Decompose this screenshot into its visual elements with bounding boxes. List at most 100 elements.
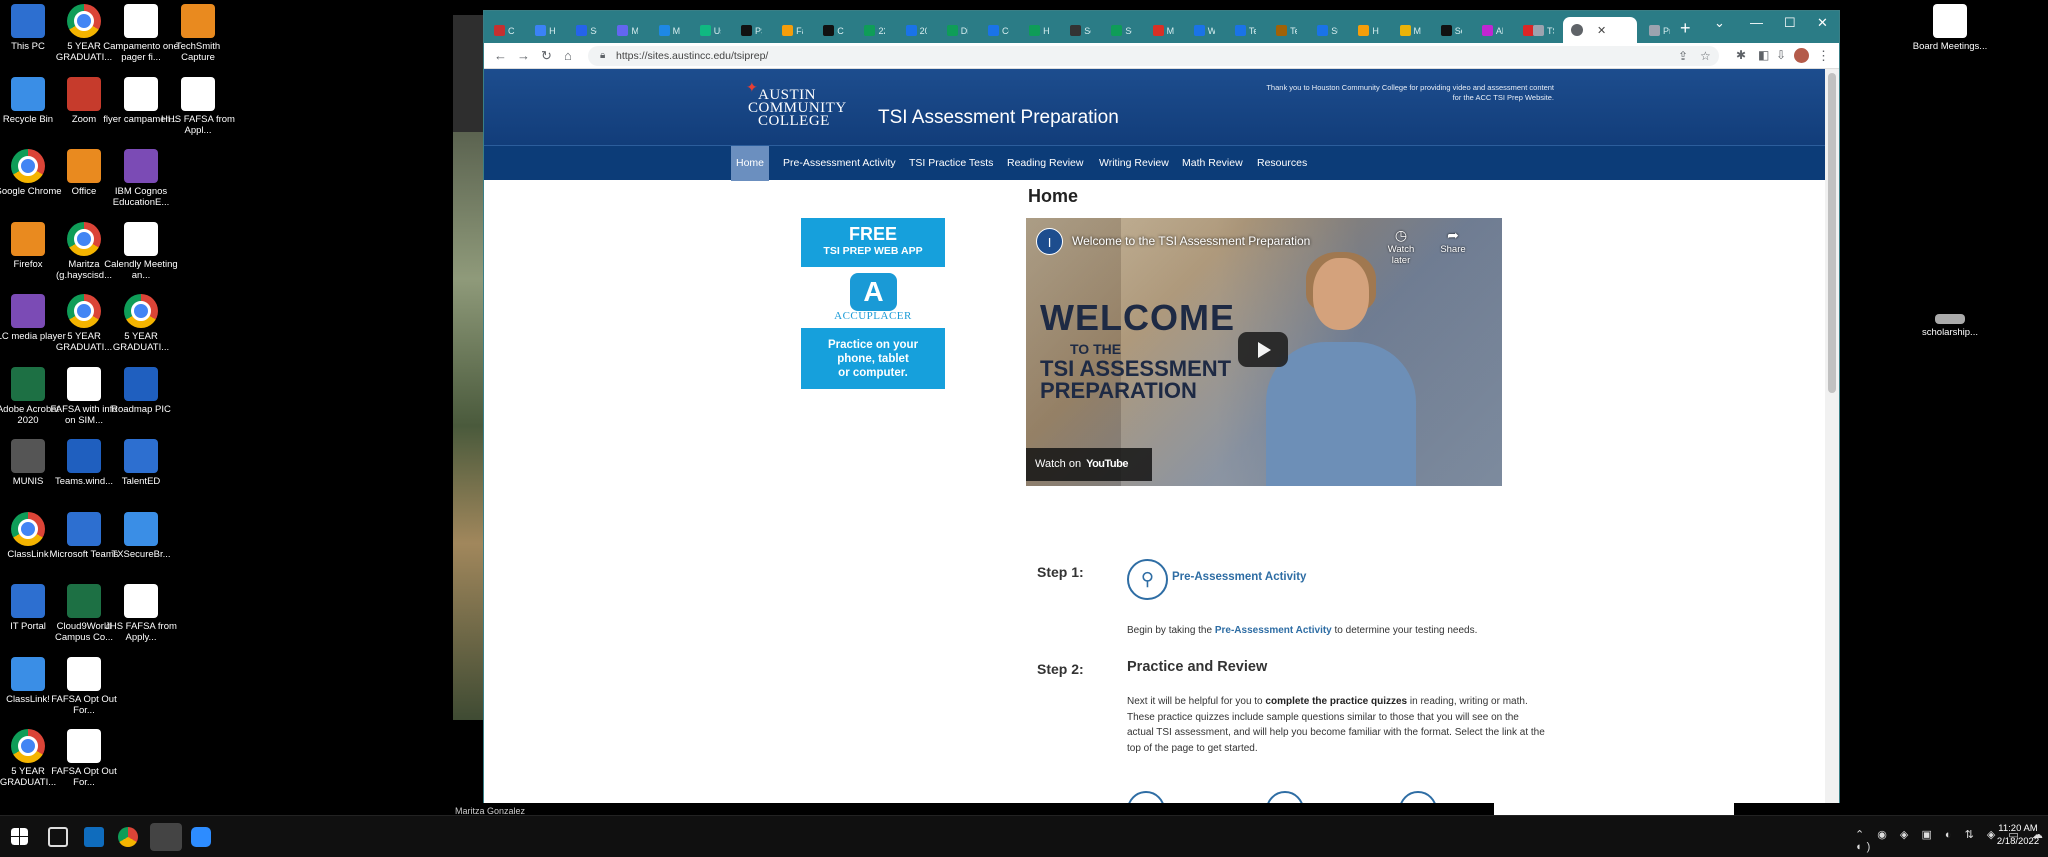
chrome-icon[interactable]: [118, 827, 138, 847]
watch-later-button[interactable]: ◷ Watch later: [1381, 227, 1421, 266]
chrome-active-icon[interactable]: [150, 823, 182, 851]
youtube-video-embed[interactable]: WELCOME TO THE TSI ASSESSMENT PREPARATIO…: [1026, 218, 1502, 486]
step-2-label: Step 2:: [1037, 661, 1084, 677]
app-icon: [181, 76, 215, 111]
reload-button[interactable]: ↻: [541, 48, 552, 64]
share-button[interactable]: ➦ Share: [1433, 227, 1473, 255]
app-icon: [11, 221, 45, 256]
address-bar[interactable]: 🔒︎ https://sites.austincc.edu/tsiprep/ ⇪…: [588, 46, 1719, 66]
watch-on-youtube-button[interactable]: Watch on YouTube: [1026, 448, 1152, 481]
browser-tab[interactable]: Mi: [1148, 18, 1174, 43]
taskbar-clock[interactable]: 11:20 AM 2/18/2022: [1990, 822, 2046, 848]
nav-practice-tests[interactable]: TSI Practice Tests: [904, 146, 998, 181]
home-button[interactable]: ⌂: [564, 48, 572, 63]
browser-tab[interactable]: Al: [1477, 18, 1503, 43]
scroll-thumb[interactable]: [1828, 73, 1836, 393]
nav-math-review[interactable]: Math Review: [1177, 146, 1248, 181]
site-title[interactable]: TSI Assessment Preparation: [878, 107, 1119, 129]
active-tab[interactable]: ✕: [1563, 17, 1637, 43]
writing-icon[interactable]: [1266, 791, 1304, 803]
nav-writing-review[interactable]: Writing Review: [1094, 146, 1174, 181]
video-title[interactable]: Welcome to the TSI Assessment Preparatio…: [1072, 234, 1310, 248]
close-tab-icon[interactable]: ✕: [1597, 24, 1606, 37]
browser-tab[interactable]: PS: [736, 18, 762, 43]
browser-tab[interactable]: TS: [1528, 18, 1554, 43]
welcome-line-1: WELCOME: [1040, 297, 1235, 338]
channel-avatar[interactable]: I: [1036, 228, 1063, 255]
browser-tab[interactable]: Co: [818, 18, 844, 43]
browser-tab[interactable]: Ho: [1024, 18, 1050, 43]
forward-button[interactable]: →: [517, 48, 530, 63]
browser-tab[interactable]: M: [654, 18, 680, 43]
browser-tab[interactable]: 20: [901, 18, 927, 43]
browser-tab[interactable]: Mi: [612, 18, 638, 43]
bookmark-star-icon[interactable]: ☆: [1700, 49, 1711, 63]
task-view-icon[interactable]: [48, 827, 68, 847]
menu-icon[interactable]: ⋮: [1817, 48, 1830, 64]
desktop-icon[interactable]: Calendly Meeting an...: [103, 221, 179, 281]
play-button[interactable]: [1238, 332, 1288, 367]
minimize-button[interactable]: —: [1750, 15, 1763, 30]
browser-tab[interactable]: W: [1189, 18, 1215, 43]
browser-tab[interactable]: Fa: [777, 18, 803, 43]
background-window-image: [453, 132, 485, 720]
browser-tab[interactable]: M: [1395, 18, 1421, 43]
browser-tab[interactable]: Sc: [571, 18, 597, 43]
browser-tab[interactable]: Sc: [1106, 18, 1132, 43]
desktop-icon[interactable]: IBM Cognos EducationE...: [103, 149, 179, 208]
browser-tab[interactable]: Us: [695, 18, 721, 43]
desktop-icon[interactable]: 5 YEAR GRADUATI...: [103, 294, 179, 353]
acc-logo[interactable]: ✦ AUSTIN COMMUNITY COLLEGE: [744, 79, 846, 135]
lightbulb-head-icon[interactable]: ⚲: [1127, 559, 1168, 600]
maximize-button[interactable]: ☐: [1784, 15, 1796, 31]
browser-tab[interactable]: Su: [1312, 18, 1338, 43]
browser-tab[interactable]: Cl: [489, 18, 515, 43]
browser-tab[interactable]: Ha: [530, 18, 556, 43]
desktop-icon[interactable]: TalentED: [103, 439, 179, 487]
tab-favicon: [1481, 25, 1493, 36]
desktop-icon[interactable]: Board Meetings...: [1912, 4, 1988, 52]
desktop-icon[interactable]: Roadmap PIC: [103, 366, 179, 415]
download-icon[interactable]: ⇩: [1776, 48, 1786, 62]
accuplacer-ad[interactable]: FREE TSI PREP WEB APP A ACCUPLACER Pract…: [801, 218, 945, 389]
nav-reading-review[interactable]: Reading Review: [1002, 146, 1088, 181]
step-1-inline-link[interactable]: Pre-Assessment Activity: [1215, 625, 1332, 636]
browser-tab[interactable]: 22: [859, 18, 885, 43]
new-tab-button[interactable]: +: [1680, 18, 1691, 39]
browser-tab[interactable]: Ha: [1353, 18, 1379, 43]
profile-avatar[interactable]: [1794, 48, 1809, 63]
windows-start-icon[interactable]: [11, 828, 28, 845]
browser-tab[interactable]: Te: [1271, 18, 1297, 43]
extensions-icon[interactable]: ✱: [1736, 48, 1746, 62]
browser-tab[interactable]: Sc: [1065, 18, 1091, 43]
close-window-button[interactable]: ✕: [1817, 15, 1828, 31]
url-text[interactable]: https://sites.austincc.edu/tsiprep/: [616, 50, 768, 62]
reading-icon[interactable]: [1127, 791, 1165, 803]
tab-search-icon[interactable]: ⌄: [1714, 15, 1725, 31]
browser-tab[interactable]: Te: [1230, 18, 1256, 43]
desktop-icon[interactable]: FAFSA Opt Out For...: [46, 729, 122, 788]
desktop-icon[interactable]: JHS FAFSA from Apply...: [103, 584, 179, 643]
reading-list-icon[interactable]: ◧: [1758, 48, 1769, 62]
nav-home[interactable]: Home: [731, 146, 770, 181]
desktop-icon[interactable]: TechSmith Capture: [160, 4, 236, 63]
desktop-icon[interactable]: HHS FAFSA from Appl...: [160, 76, 236, 136]
desktop-icon[interactable]: scholarship...: [1912, 314, 1988, 338]
desktop-icon[interactable]: FAFSA Opt Out For...: [46, 656, 122, 716]
outlook-icon[interactable]: [84, 827, 104, 847]
browser-tab[interactable]: Co: [983, 18, 1009, 43]
browser-tab[interactable]: Sc: [1436, 18, 1462, 43]
back-button[interactable]: ←: [494, 48, 507, 63]
zoom-icon[interactable]: [191, 827, 211, 847]
desktop-icon[interactable]: TXSecureBr...: [103, 511, 179, 560]
browser-tab[interactable]: Di: [942, 18, 968, 43]
share-icon[interactable]: ⇪: [1678, 49, 1688, 63]
nav-pre-assessment[interactable]: Pre-Assessment Activity: [778, 146, 901, 181]
nav-resources[interactable]: Resources: [1252, 146, 1312, 181]
lock-icon[interactable]: 🔒︎: [600, 50, 605, 61]
scrollbar[interactable]: [1825, 69, 1839, 803]
browser-tab[interactable]: Pr: [1644, 18, 1670, 43]
tab-favicon: [1152, 25, 1164, 36]
math-icon[interactable]: [1399, 791, 1437, 803]
step-1-link[interactable]: Pre-Assessment Activity: [1172, 571, 1306, 583]
